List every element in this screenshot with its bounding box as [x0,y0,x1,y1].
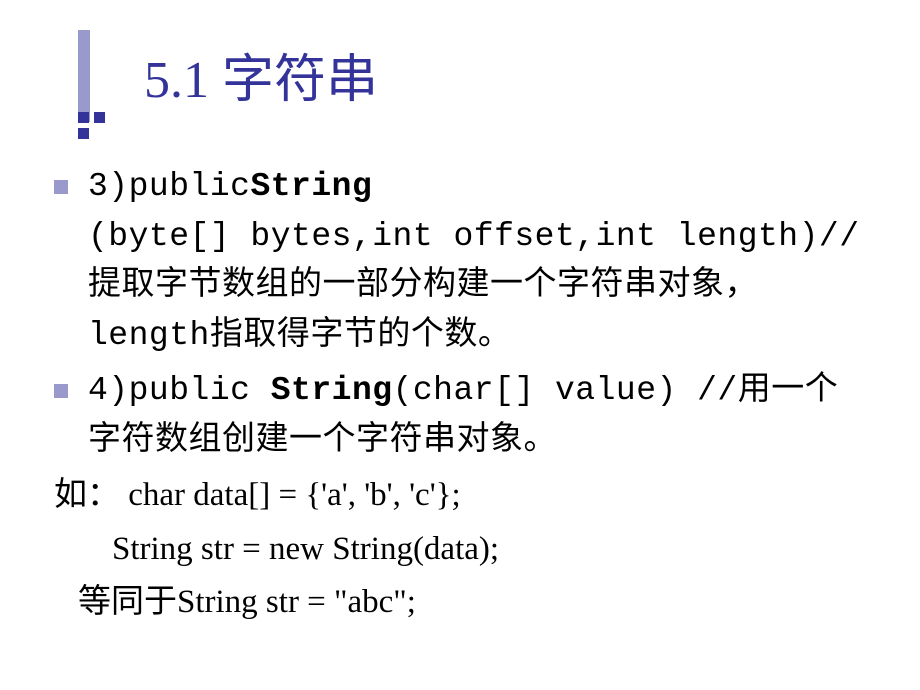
example-line-1: 如： char data[] = {'a', 'b', 'c'}; [54,471,870,521]
item-bold: String [250,168,372,205]
list-item: 4)public String(char[] value) //用一个字符数组创… [54,366,870,465]
example-code: char data[] = {'a', 'b', 'c'}; [120,477,461,513]
example-line-3: 等同于String str = "abc"; [78,578,870,628]
item-line2: (byte[] bytes,int offset,int length)//提取… [88,218,860,354]
slide: 5.1 字符串 3)publicString (byte[] bytes,int… [0,0,920,690]
list-item-text: 3)publicString (byte[] bytes,int offset,… [88,162,870,360]
item-prefix: 3)public [88,168,250,205]
slide-title: 5.1 字符串 [144,37,378,112]
slide-content: 3)publicString (byte[] bytes,int offset,… [54,162,870,628]
example-label: 如： [54,477,120,513]
title-block: 5.1 字符串 [78,30,870,122]
list-item: 3)publicString (byte[] bytes,int offset,… [54,162,870,360]
example-line-2: String str = new String(data); [112,525,870,575]
title-decoration-icon [78,30,134,122]
bullet-icon [54,384,68,398]
list-item-text: 4)public String(char[] value) //用一个字符数组创… [88,366,870,465]
bullet-icon [54,180,68,194]
example-code: String str = "abc"; [177,584,416,620]
example-label: 等同于 [78,584,177,620]
item-bold: String [271,372,393,409]
item-prefix: 4)public [88,372,271,409]
